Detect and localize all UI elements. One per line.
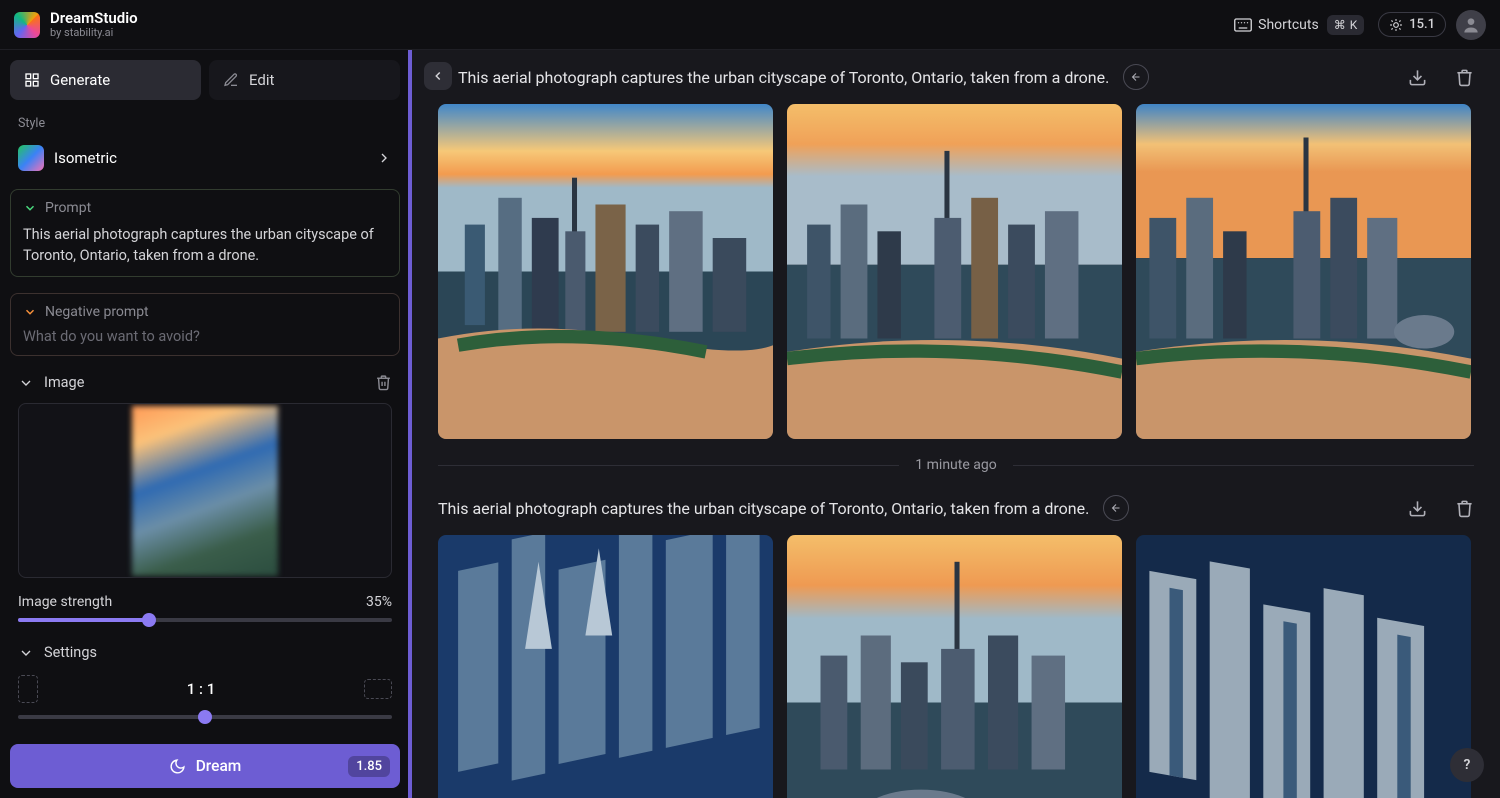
negative-prompt-box[interactable]: Negative prompt What do you want to avoi… <box>10 293 400 356</box>
negative-prompt-placeholder[interactable]: What do you want to avoid? <box>23 328 387 345</box>
result-image[interactable] <box>1136 104 1471 439</box>
prompt-box[interactable]: Prompt This aerial photograph captures t… <box>10 189 400 277</box>
batch-header: This aerial photograph captures the urba… <box>438 50 1474 104</box>
reuse-prompt-button[interactable] <box>1123 64 1149 90</box>
tab-edit[interactable]: Edit <box>209 60 400 100</box>
arrow-left-icon <box>1110 502 1122 514</box>
shortcut-key-badge: ⌘ K <box>1327 15 1365 35</box>
trash-icon <box>1455 499 1474 518</box>
batch-title: This aerial photograph captures the urba… <box>458 68 1109 87</box>
tab-generate[interactable]: Generate <box>10 60 201 100</box>
shortcut-modifier: ⌘ <box>1334 18 1346 32</box>
style-name: Isometric <box>54 149 366 167</box>
credits-pill[interactable]: 15.1 <box>1378 12 1446 37</box>
app-header: DreamStudio by stability.ai Shortcuts ⌘ … <box>0 0 1500 50</box>
collapse-sidebar-button[interactable] <box>424 62 452 90</box>
batch-title: This aerial photograph captures the urba… <box>438 499 1089 518</box>
result-image[interactable] <box>438 535 773 798</box>
chevron-down-icon <box>23 201 37 215</box>
chevron-left-icon <box>431 69 445 83</box>
result-grid <box>438 104 1474 439</box>
image-strength-slider[interactable] <box>18 618 392 622</box>
arrow-left-icon <box>1130 71 1142 83</box>
image-section-label: Image <box>44 374 84 391</box>
settings-label: Settings <box>44 644 97 661</box>
download-icon <box>1408 68 1427 87</box>
control-sidebar: Generate Edit Style Isometric Prompt Thi… <box>0 50 412 798</box>
chevron-down-icon <box>18 375 34 391</box>
credit-icon <box>1389 18 1403 32</box>
chevron-down-icon <box>18 645 34 661</box>
moon-icon <box>169 758 186 775</box>
tab-generate-label: Generate <box>50 71 110 89</box>
brand-text: DreamStudio by stability.ai <box>50 10 138 39</box>
grid-icon <box>24 72 40 88</box>
time-separator-label: 1 minute ago <box>915 457 996 473</box>
time-separator: 1 minute ago <box>438 457 1474 473</box>
download-batch-button[interactable] <box>1408 499 1427 518</box>
prompt-label: Prompt <box>45 200 91 216</box>
reuse-prompt-button[interactable] <box>1103 495 1129 521</box>
result-grid <box>438 535 1474 798</box>
tab-edit-label: Edit <box>249 71 274 89</box>
style-picker[interactable]: Isometric <box>10 137 400 179</box>
image-section-header[interactable]: Image <box>0 362 410 399</box>
delete-batch-button[interactable] <box>1455 68 1474 87</box>
trash-icon <box>1455 68 1474 87</box>
style-swatch <box>18 145 44 171</box>
prompt-text[interactable]: This aerial photograph captures the urba… <box>23 224 387 266</box>
shortcut-key: K <box>1350 18 1358 32</box>
brand-title: DreamStudio <box>50 10 138 27</box>
edit-icon <box>223 72 239 88</box>
result-image[interactable] <box>787 535 1122 798</box>
dream-cost: 1.85 <box>348 756 390 777</box>
download-icon <box>1408 499 1427 518</box>
help-button[interactable]: ? <box>1450 748 1484 782</box>
shortcuts-label: Shortcuts <box>1258 17 1319 33</box>
batch-header: This aerial photograph captures the urba… <box>438 483 1474 535</box>
user-avatar[interactable] <box>1456 10 1486 40</box>
ratio-value: 1 : 1 <box>187 680 215 698</box>
delete-batch-button[interactable] <box>1455 499 1474 518</box>
image-strength-control: Image strength 35% <box>0 588 410 636</box>
brand-subtitle: by stability.ai <box>50 27 138 39</box>
init-image-well[interactable] <box>18 403 392 578</box>
results-panel: This aerial photograph captures the urba… <box>412 50 1500 798</box>
image-strength-value: 35% <box>366 594 392 610</box>
keyboard-icon <box>1234 18 1252 32</box>
result-image[interactable] <box>1136 535 1471 798</box>
result-image[interactable] <box>438 104 773 439</box>
aspect-ratio-slider[interactable] <box>18 715 392 719</box>
ratio-landscape-icon[interactable] <box>364 679 392 699</box>
shortcuts-button[interactable]: Shortcuts <box>1234 17 1319 33</box>
chevron-right-icon <box>376 150 392 166</box>
dream-label: Dream <box>196 757 242 775</box>
style-section-label: Style <box>0 110 410 137</box>
chevron-down-icon <box>23 305 37 319</box>
result-image[interactable] <box>787 104 1122 439</box>
aspect-ratio-row: 1 : 1 <box>18 675 392 703</box>
init-image-thumbnail <box>132 406 278 576</box>
trash-icon[interactable] <box>375 374 392 391</box>
credits-value: 15.1 <box>1409 17 1435 32</box>
user-icon <box>1461 15 1481 35</box>
image-strength-label: Image strength <box>18 594 112 610</box>
download-batch-button[interactable] <box>1408 68 1427 87</box>
app-logo <box>14 12 40 38</box>
settings-section-header[interactable]: Settings <box>0 636 410 669</box>
negative-prompt-label: Negative prompt <box>45 304 149 320</box>
dream-button[interactable]: Dream 1.85 <box>10 744 400 788</box>
ratio-portrait-icon[interactable] <box>18 675 38 703</box>
